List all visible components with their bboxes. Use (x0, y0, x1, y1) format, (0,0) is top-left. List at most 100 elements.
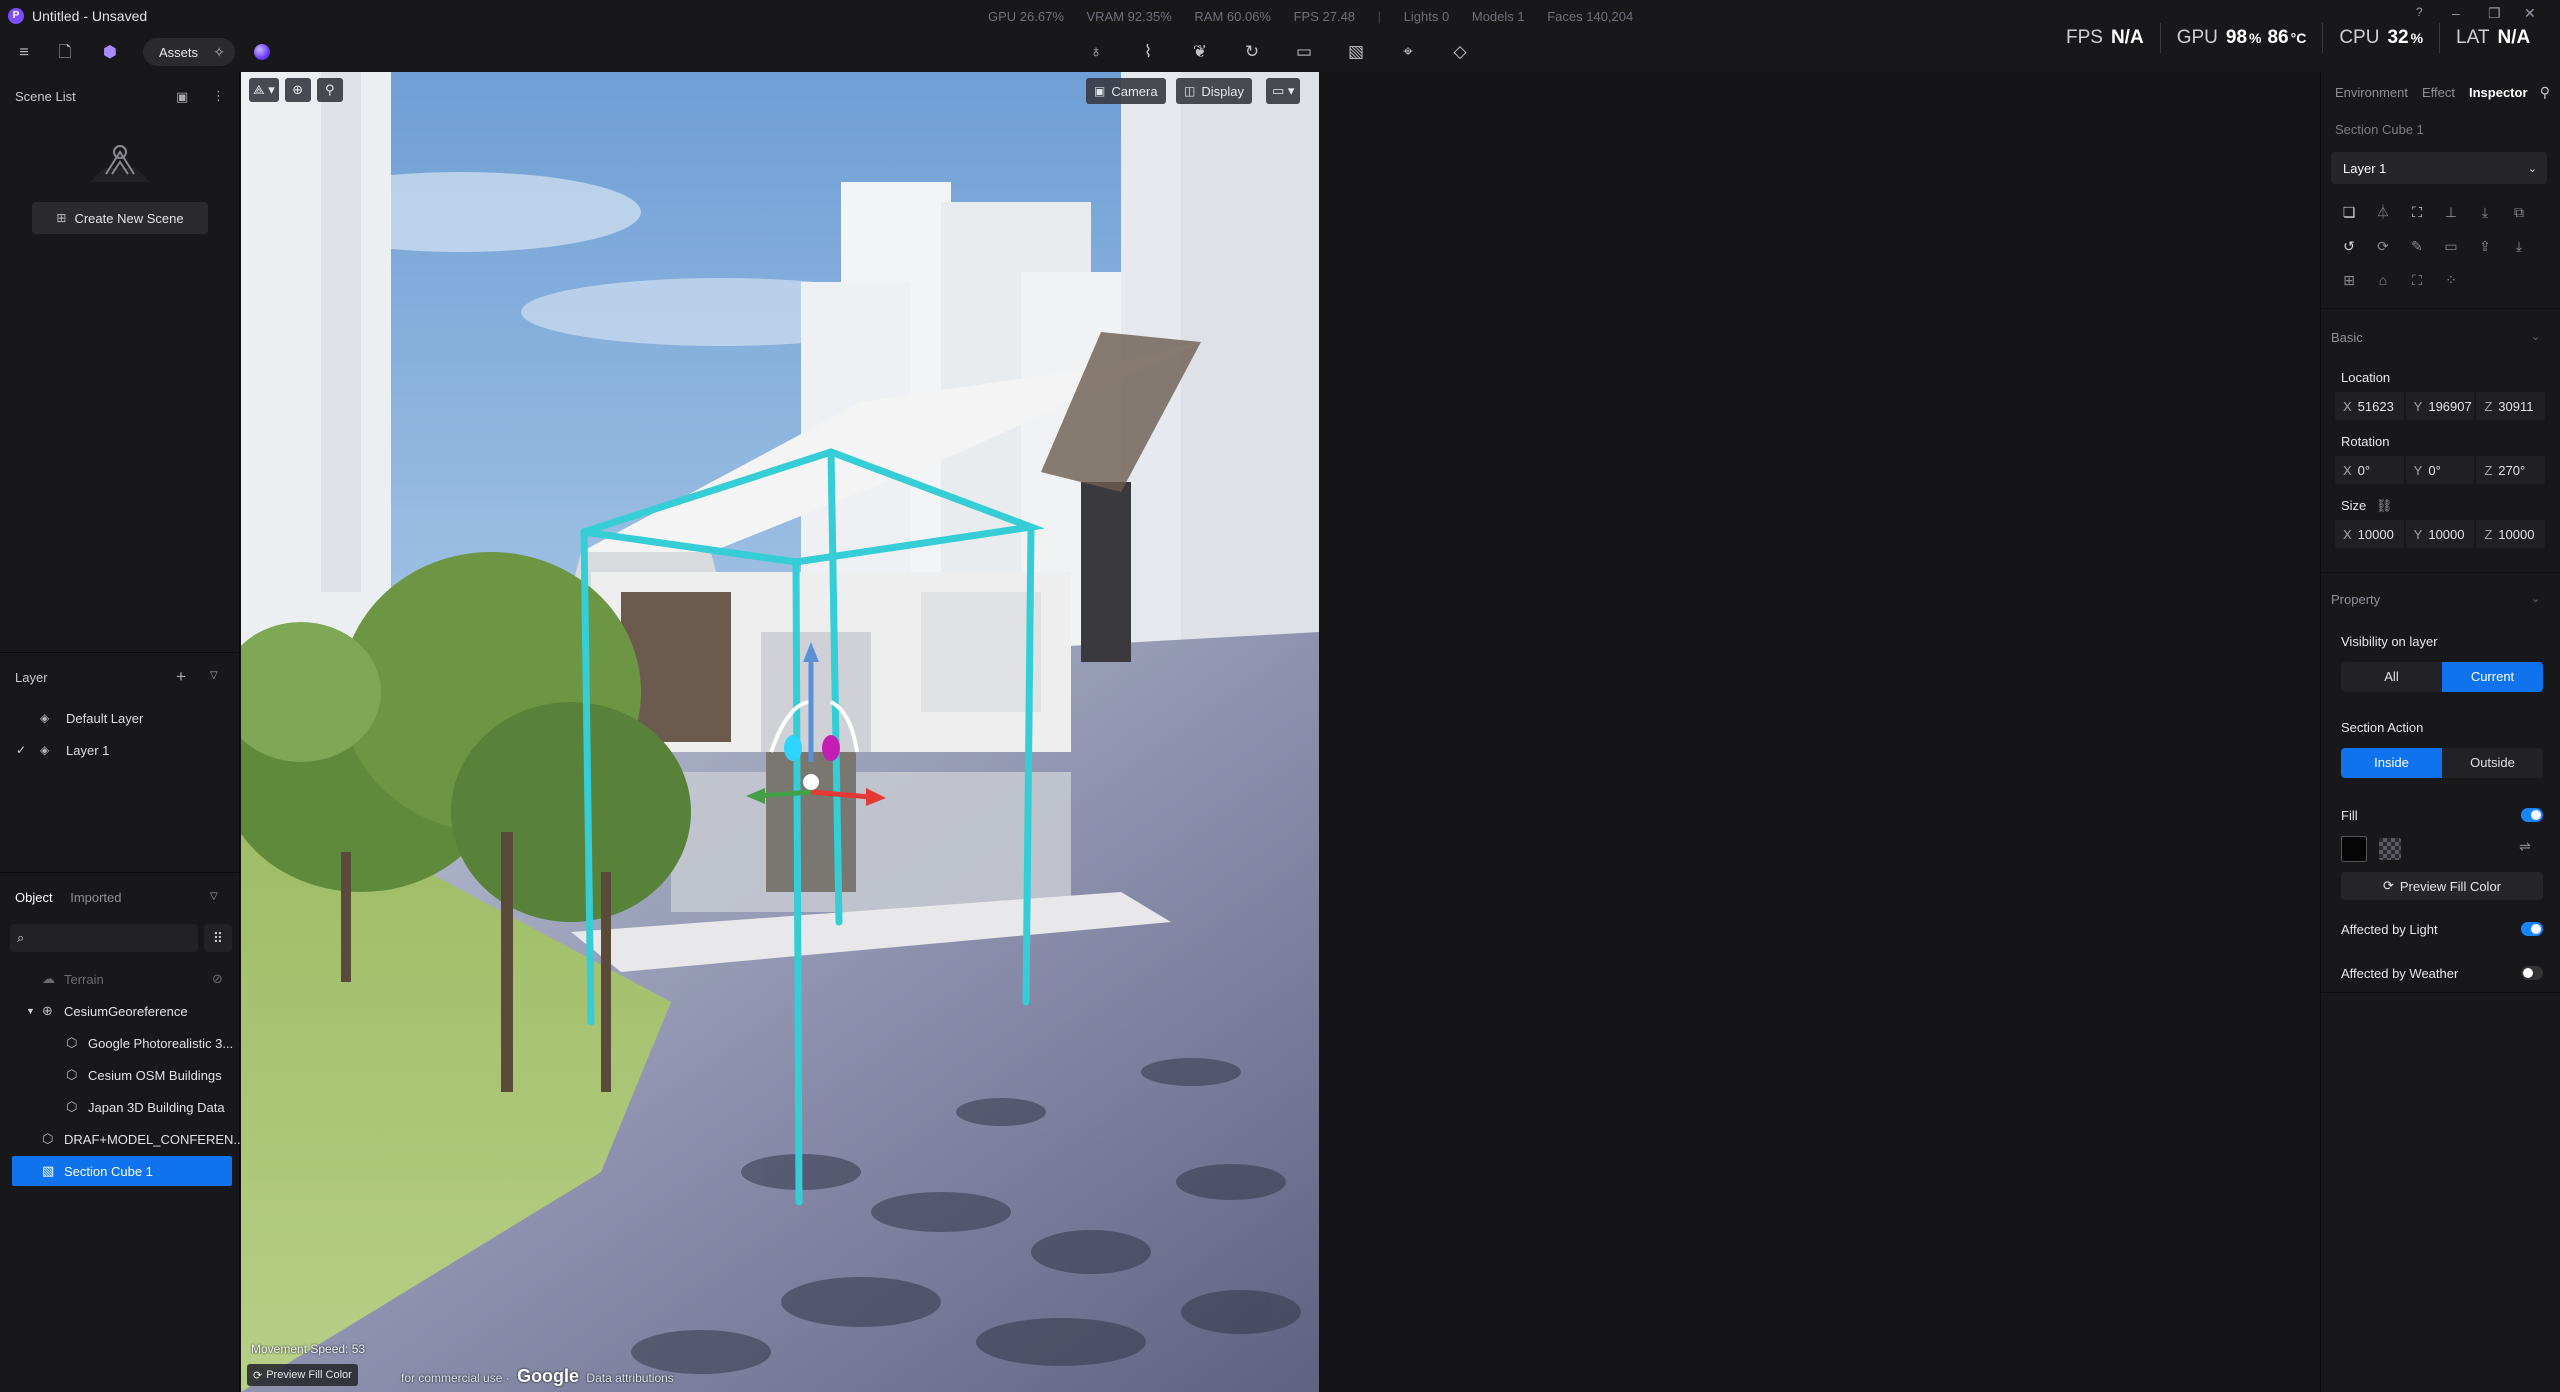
hud-lat: LAT N/A (2456, 27, 2531, 48)
create-new-scene-button[interactable]: ⊞ Create New Scene (32, 202, 208, 234)
layer-item-layer-1[interactable]: ✓ ◈ Layer 1 (0, 736, 240, 764)
grid-view-button[interactable]: ⠿ (204, 924, 232, 952)
hud-fps: FPS N/A (2050, 23, 2161, 53)
tree-item-japan-3d-building[interactable]: ⬡ Japan 3D Building Data (0, 1092, 240, 1122)
rotation-z-field[interactable]: Z 270° (2476, 456, 2546, 484)
data-attributions-link[interactable]: Data attributions (586, 1371, 673, 1385)
visibility-current-button[interactable]: Current (2442, 662, 2543, 692)
stat-models: Models 1 (1471, 9, 1525, 24)
size-label: Size ⛓ (2341, 498, 2393, 513)
size-x-field[interactable]: X 10000 (2335, 520, 2404, 548)
tab-imported[interactable]: Imported (70, 890, 121, 905)
copy-icon[interactable]: ❏ (2337, 200, 2361, 224)
hud-cpu: CPU 32 % (2323, 23, 2441, 53)
camera-button[interactable]: ▣ Camera (1086, 78, 1166, 104)
expand-caret-icon[interactable]: ▼ (26, 1006, 35, 1016)
display-button[interactable]: ◫ Display (1176, 78, 1252, 104)
size-y-field[interactable]: Y 10000 (2405, 520, 2475, 548)
viewport-options-button[interactable]: ▭ ▾ (1266, 78, 1301, 104)
section-outside-button[interactable]: Outside (2442, 748, 2543, 778)
mirror-icon[interactable]: ⏃ (2371, 200, 2395, 224)
duplicate-icon[interactable]: ⧉ (2507, 200, 2531, 224)
fit-icon[interactable]: ⛶ (2405, 268, 2429, 292)
download-icon[interactable]: ⤓ (2507, 234, 2531, 258)
paint-icon[interactable]: ✎ (2405, 234, 2429, 258)
video-tool-icon[interactable]: ▭ (1295, 42, 1313, 62)
property-section-header[interactable]: Property ⌄ (2331, 592, 2540, 607)
visibility-all-button[interactable]: All (2341, 662, 2442, 692)
folder-icon[interactable]: ▭ (2439, 234, 2463, 258)
layer-item-default[interactable]: ◈ Default Layer (0, 704, 240, 732)
fill-toggle[interactable] (2521, 808, 2543, 822)
tab-environment[interactable]: Environment (2335, 85, 2408, 100)
location-y-field[interactable]: Y 196907 (2405, 392, 2475, 420)
hamburger-menu-icon[interactable]: ≡ (15, 44, 33, 62)
reset-icon[interactable]: ↺ (2337, 234, 2361, 258)
object-filter-icon[interactable]: ▽ (210, 891, 218, 902)
app-window: P Untitled - Unsaved GPU 26.67% VRAM 92.… (0, 0, 2560, 1392)
tree-item-terrain[interactable]: ☁ Terrain ⊘ (0, 964, 240, 994)
section-inside-button[interactable]: Inside (2341, 748, 2442, 778)
minimize-icon[interactable]: – (2452, 5, 2460, 21)
drop-to-ground-icon[interactable]: ⤓ (2473, 200, 2497, 224)
stat-divider: | (1377, 9, 1382, 24)
tree-item-google-photorealistic[interactable]: ⬡ Google Photorealistic 3... (0, 1028, 240, 1058)
export-icon[interactable]: ⇪ (2473, 234, 2497, 258)
tree-item-cesium-georeference[interactable]: ▼ ⊕ CesiumGeoreference (0, 996, 240, 1026)
snap-icon[interactable]: ⌂ (2371, 268, 2395, 292)
layers-tool-icon[interactable]: ◇ (1451, 42, 1469, 62)
leaf-tool-icon[interactable]: ❦ (1191, 42, 1209, 62)
add-layer-icon[interactable]: + (176, 667, 186, 687)
affected-by-weather-toggle[interactable] (2521, 966, 2543, 980)
tab-inspector[interactable]: Inspector (2469, 85, 2528, 100)
assets-button[interactable]: Assets ✧ (143, 38, 235, 66)
pin-icon[interactable]: ⚲ (2540, 84, 2550, 101)
fill-settings-icon[interactable]: ⇌ (2519, 838, 2531, 855)
size-z-field[interactable]: Z 10000 (2476, 520, 2546, 548)
3d-viewport[interactable]: ⟁ ▾ ⊕ ⚲ ▣ Camera ◫ Display ▭ ▾ Movement … (241, 72, 1319, 1392)
focus-icon[interactable]: ⛶ (2405, 200, 2429, 224)
measure-icon[interactable]: ⚲ (316, 78, 343, 102)
sync-icon[interactable]: ⟳ (2371, 234, 2395, 258)
display-icon: ◫ (1184, 84, 1196, 98)
layer-collapse-icon[interactable]: ▽ (210, 670, 218, 681)
tree-item-draf-model[interactable]: ⬡ DRAF+MODEL_CONFEREN... (0, 1124, 240, 1154)
rotation-x-field[interactable]: X 0° (2335, 456, 2404, 484)
fill-color-swatch[interactable] (2341, 836, 2367, 862)
help-icon[interactable]: ? (2416, 5, 2423, 19)
affected-by-light-toggle[interactable] (2521, 922, 2543, 936)
lock-link-icon[interactable]: ⛓ (2376, 498, 2393, 513)
tree-item-section-cube-1[interactable]: ▧ Section Cube 1 (12, 1156, 232, 1186)
bulb-icon[interactable]: ♁ (1087, 42, 1105, 62)
align-icon[interactable]: ⊥ (2439, 200, 2463, 224)
tab-object[interactable]: Object (15, 890, 53, 905)
preview-fill-color-button[interactable]: ⟳ Preview Fill Color (2341, 872, 2543, 900)
section-tool-icon[interactable]: ▧ (1347, 42, 1365, 62)
new-file-icon[interactable]: 🗋 (56, 44, 74, 62)
stat-lights: Lights 0 (1403, 9, 1450, 24)
basic-section-header[interactable]: Basic ⌄ (2331, 330, 2540, 345)
hidden-eye-icon[interactable]: ⊘ (212, 971, 223, 987)
rotation-y-field[interactable]: Y 0° (2405, 456, 2475, 484)
fill-transparency-swatch[interactable] (2379, 838, 2401, 860)
ai-orb-icon[interactable] (254, 44, 270, 60)
location-z-field[interactable]: Z 30911 (2476, 392, 2546, 420)
center-tool-group: ♁ ⌇ ❦ ↻ ▭ ▧ ⌖ ◇ (1087, 42, 1469, 62)
globe-icon[interactable]: ⊕ (284, 78, 311, 102)
tab-effect[interactable]: Effect (2422, 85, 2455, 100)
scene-more-icon[interactable]: ⋮ (212, 88, 225, 104)
path-tool-icon[interactable]: ⌇ (1139, 42, 1157, 62)
scatter-icon[interactable]: ⁘ (2439, 268, 2463, 292)
rotate-tool-icon[interactable]: ↻ (1243, 42, 1261, 62)
transform-mode-button[interactable]: ⟁ ▾ (249, 78, 279, 102)
ai-plugin-icon[interactable]: ⬢ (101, 44, 119, 62)
measure-tool-icon[interactable]: ⌖ (1399, 42, 1417, 62)
location-x-field[interactable]: X 51623 (2335, 392, 2404, 420)
map-attribution: for commercial use · Google Data attribu… (401, 1366, 674, 1386)
tree-item-cesium-osm-buildings[interactable]: ⬡ Cesium OSM Buildings (0, 1060, 240, 1090)
object-search-input[interactable]: ⌕ (10, 924, 198, 952)
group-icon[interactable]: ⊞ (2337, 268, 2361, 292)
stat-fps: FPS 27.48 (1293, 9, 1356, 24)
layer-select[interactable]: Layer 1 ⌄ (2331, 152, 2547, 184)
scene-view-icon[interactable]: ▣ (176, 89, 188, 105)
